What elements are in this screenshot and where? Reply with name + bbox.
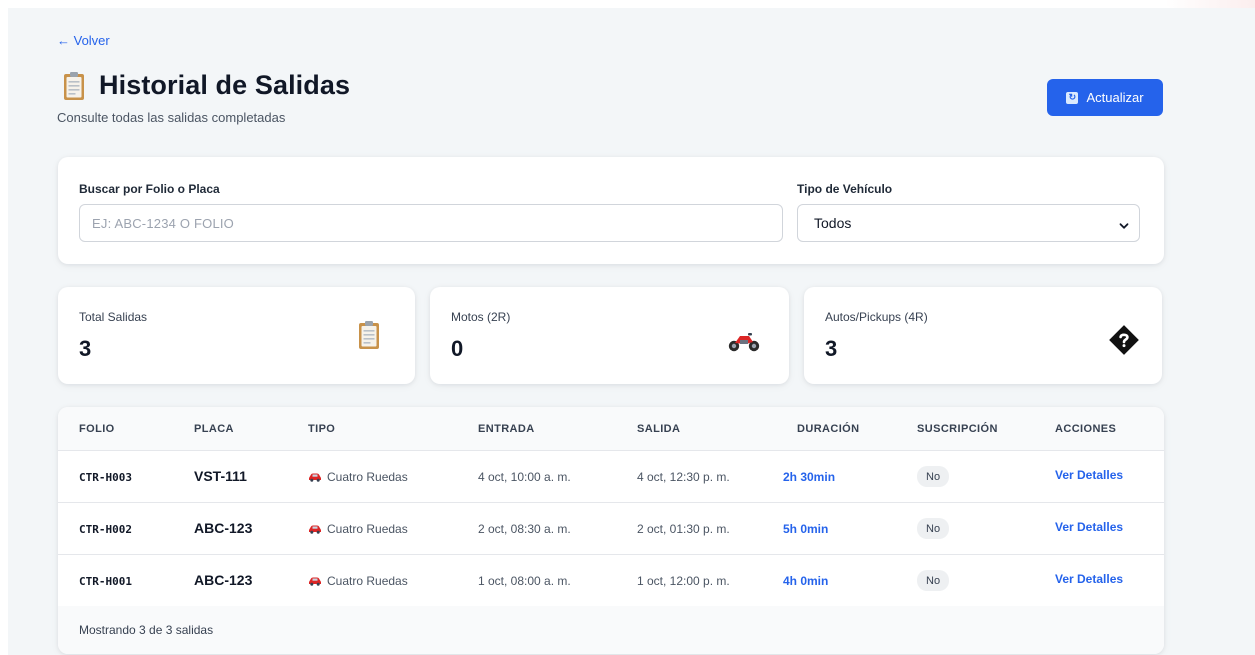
- salida-cell: 1 oct, 12:00 p. m.: [637, 574, 730, 588]
- search-label: Buscar por Folio o Placa: [79, 182, 220, 196]
- tipo-label: Cuatro Ruedas: [327, 470, 408, 484]
- salida-cell: 2 oct, 01:30 p. m.: [637, 522, 730, 536]
- duracion-cell: 5h 0min: [783, 522, 829, 536]
- refresh-icon: ↻: [1066, 91, 1079, 104]
- folio-cell: CTR-H003: [79, 471, 132, 484]
- table-row[interactable]: CTR-H002 ABC-123 Cuatro Ruedas 2 oct, 08…: [58, 503, 1164, 555]
- column-header: ACCIONES: [1055, 423, 1117, 435]
- refresh-button[interactable]: ↻ Actualizar: [1047, 79, 1163, 116]
- stat-card-autos: Autos/Pickups (4R) 3: [804, 287, 1162, 384]
- view-details-link[interactable]: Ver Detalles: [1055, 520, 1123, 534]
- placa-cell: VST-111: [194, 468, 247, 484]
- placa-cell: ABC-123: [194, 520, 253, 536]
- salida-cell: 4 oct, 12:30 p. m.: [637, 470, 730, 484]
- page-header: Historial de Salidas: [63, 70, 350, 101]
- motorcycle-icon: [728, 331, 760, 358]
- tipo-label: Cuatro Ruedas: [327, 574, 408, 588]
- stat-value: 3: [825, 336, 838, 361]
- entrada-cell: 1 oct, 08:00 a. m.: [478, 574, 571, 588]
- clipboard-icon: [63, 71, 85, 101]
- folio-cell: CTR-H002: [79, 523, 132, 536]
- car-icon: [309, 473, 321, 482]
- column-header: SUSCRIPCIÓN: [917, 423, 998, 435]
- filter-panel: Buscar por Folio o Placa Tipo de Vehícul…: [58, 157, 1164, 264]
- placa-cell: ABC-123: [194, 572, 253, 588]
- results-count: Mostrando 3 de 3 salidas: [79, 623, 214, 637]
- car-icon: [309, 577, 321, 586]
- stat-label: Total Salidas: [79, 310, 148, 324]
- refresh-button-label: Actualizar: [1086, 90, 1144, 105]
- subscription-badge: No: [917, 518, 950, 539]
- stat-card-motos: Motos (2R) 0: [430, 287, 789, 384]
- table-row[interactable]: CTR-H003 VST-111 Cuatro Ruedas 4 oct, 10…: [58, 451, 1164, 503]
- column-header: TIPO: [308, 423, 336, 435]
- exits-table: FOLIO PLACA TIPO ENTRADA SALIDA DURACIÓN…: [58, 407, 1164, 654]
- duracion-cell: 4h 0min: [783, 574, 829, 588]
- subscription-badge: No: [917, 466, 950, 487]
- vehicle-type-select[interactable]: Todos: [797, 204, 1140, 242]
- stat-label: Autos/Pickups (4R): [825, 310, 928, 324]
- unknown-glyph-icon: [1109, 325, 1139, 360]
- car-icon: [309, 525, 321, 534]
- page-title: Historial de Salidas: [99, 70, 351, 100]
- column-header: ENTRADA: [478, 423, 535, 435]
- clipboard-icon: [358, 320, 380, 355]
- entrada-cell: 2 oct, 08:30 a. m.: [478, 522, 571, 536]
- view-details-link[interactable]: Ver Detalles: [1055, 468, 1123, 482]
- stat-card-total: Total Salidas 3: [58, 287, 415, 384]
- table-footer: Mostrando 3 de 3 salidas: [58, 606, 1164, 654]
- folio-cell: CTR-H001: [79, 575, 132, 588]
- duracion-cell: 2h 30min: [783, 470, 836, 484]
- entrada-cell: 4 oct, 10:00 a. m.: [478, 470, 571, 484]
- vehicle-type-value: Todos: [814, 215, 852, 231]
- vehicle-type-label: Tipo de Vehículo: [797, 182, 893, 196]
- table-row[interactable]: CTR-H001 ABC-123 Cuatro Ruedas 1 oct, 08…: [58, 555, 1164, 607]
- tipo-cell: Cuatro Ruedas: [308, 522, 408, 536]
- column-header: PLACA: [194, 423, 234, 435]
- tipo-label: Cuatro Ruedas: [327, 522, 408, 536]
- column-header: SALIDA: [637, 423, 681, 435]
- stat-label: Motos (2R): [451, 310, 511, 324]
- subscription-badge: No: [917, 570, 950, 591]
- stat-value: 0: [451, 336, 464, 361]
- back-link[interactable]: ← Volver: [57, 33, 110, 48]
- column-header: DURACIÓN: [797, 423, 860, 435]
- corner-decoration: [1165, 0, 1255, 8]
- search-input[interactable]: [79, 204, 783, 242]
- tipo-cell: Cuatro Ruedas: [308, 470, 408, 484]
- chevron-down-icon: [1119, 218, 1129, 229]
- view-details-link[interactable]: Ver Detalles: [1055, 572, 1123, 586]
- column-header: FOLIO: [79, 423, 115, 435]
- page-subtitle: Consulte todas las salidas completadas: [57, 110, 286, 125]
- stat-value: 3: [79, 336, 92, 361]
- table-header: FOLIO PLACA TIPO ENTRADA SALIDA DURACIÓN…: [58, 407, 1164, 451]
- tipo-cell: Cuatro Ruedas: [308, 574, 408, 588]
